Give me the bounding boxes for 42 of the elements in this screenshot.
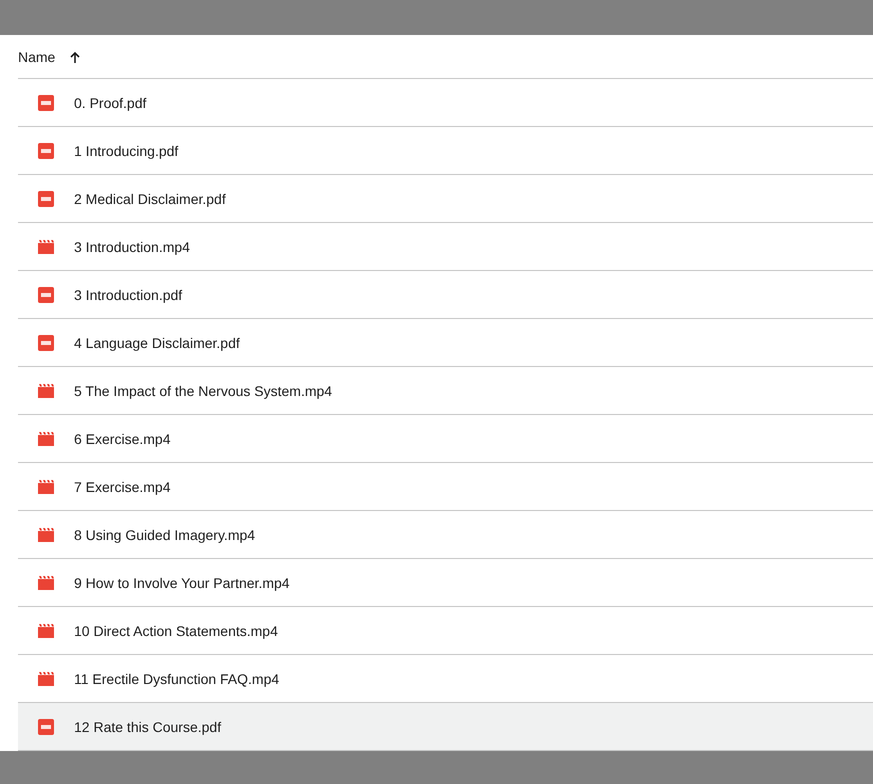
pdf-file-icon xyxy=(38,142,54,158)
file-name: 11 Erectile Dysfunction FAQ.mp4 xyxy=(74,670,280,686)
file-name: 5 The Impact of the Nervous System.mp4 xyxy=(74,382,332,398)
file-row[interactable]: 2 Medical Disclaimer.pdf xyxy=(18,175,873,223)
file-row[interactable]: 3 Introduction.pdf xyxy=(18,271,873,319)
file-row[interactable]: 3 Introduction.mp4 xyxy=(18,223,873,271)
film-clapper-icon xyxy=(38,384,54,398)
film-clapper-icon xyxy=(38,480,54,494)
pdf-file-icon xyxy=(38,334,54,350)
pdf-file-icon xyxy=(38,190,54,206)
file-row[interactable]: 10 Direct Action Statements.mp4 xyxy=(18,607,873,655)
file-name: 7 Exercise.mp4 xyxy=(74,478,170,494)
file-name: 0. Proof.pdf xyxy=(74,94,146,110)
pdf-file-icon xyxy=(38,718,54,734)
file-row[interactable]: 6 Exercise.mp4 xyxy=(18,415,873,463)
file-row[interactable]: 5 The Impact of the Nervous System.mp4 xyxy=(18,367,873,415)
column-header[interactable]: Name xyxy=(18,48,82,64)
file-row[interactable]: 1 Introducing.pdf xyxy=(18,127,873,175)
film-clapper-icon xyxy=(38,576,54,590)
file-row[interactable]: 12 Rate this Course.pdf xyxy=(18,703,873,751)
pdf-file-icon xyxy=(38,94,54,110)
film-clapper-icon xyxy=(38,528,54,542)
file-row[interactable]: 0. Proof.pdf xyxy=(18,79,873,127)
file-name: 8 Using Guided Imagery.mp4 xyxy=(74,526,256,542)
file-name: 6 Exercise.mp4 xyxy=(74,430,170,446)
file-name: 10 Direct Action Statements.mp4 xyxy=(74,622,278,638)
file-name: 3 Introduction.pdf xyxy=(74,286,182,302)
film-clapper-icon xyxy=(38,432,54,446)
film-clapper-icon xyxy=(38,672,54,686)
film-clapper-icon xyxy=(38,240,54,254)
file-name: 2 Medical Disclaimer.pdf xyxy=(74,190,226,206)
file-row[interactable]: 9 How to Involve Your Partner.mp4 xyxy=(18,559,873,607)
file-name: 4 Language Disclaimer.pdf xyxy=(74,334,240,350)
pdf-file-icon xyxy=(38,286,54,302)
film-clapper-icon xyxy=(38,624,54,638)
file-name: 12 Rate this Course.pdf xyxy=(74,718,222,734)
file-name: 3 Introduction.mp4 xyxy=(74,238,190,254)
file-row[interactable]: 8 Using Guided Imagery.mp4 xyxy=(18,511,873,559)
file-row[interactable]: 4 Language Disclaimer.pdf xyxy=(18,319,873,367)
file-name: 1 Introducing.pdf xyxy=(74,142,178,158)
file-row[interactable]: 7 Exercise.mp4 xyxy=(18,463,873,511)
file-name: 9 How to Involve Your Partner.mp4 xyxy=(74,574,290,590)
